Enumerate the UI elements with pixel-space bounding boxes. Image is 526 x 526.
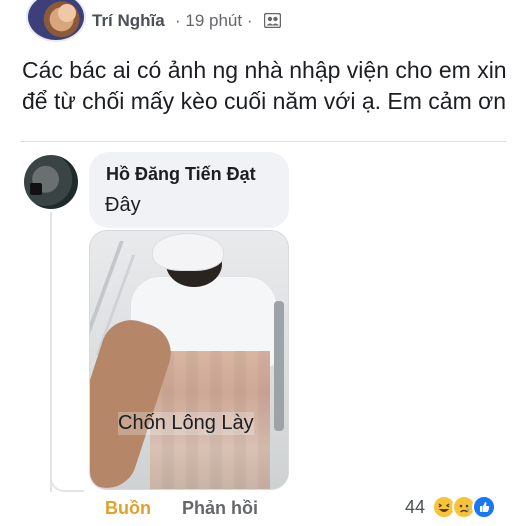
photo-caption: Chốn Lông Lày (118, 412, 254, 435)
reply-button[interactable]: Phản hồi (182, 498, 258, 519)
react-button[interactable]: Buồn (105, 498, 151, 518)
reaction-summary[interactable] (432, 495, 508, 519)
commenter-avatar[interactable] (24, 155, 78, 209)
author-name[interactable]: Trí Nghĩa (92, 11, 165, 31)
comment-actions: Buồn Phản hồi (105, 498, 258, 519)
author-avatar[interactable] (26, 0, 86, 42)
reaction-count[interactable]: 44 (405, 497, 425, 518)
like-icon (472, 495, 496, 519)
commenter-name[interactable]: Hồ Đăng Tiến Đạt (106, 164, 256, 185)
comment-photo[interactable]: Chốn Lông Lày (89, 230, 289, 490)
post-meta: · 19 phút · (175, 11, 253, 30)
thread-elbow (50, 470, 84, 492)
post-text: Các bác ai có ảnh ng nhà nhập viện cho e… (22, 57, 507, 114)
divider (20, 141, 506, 142)
post-header: Trí Nghĩa · 19 phút · (0, 0, 526, 44)
friends-icon[interactable] (264, 13, 281, 28)
comment-text: Đây (105, 194, 141, 216)
comment-bubble: Hồ Đăng Tiến Đạt Đây (89, 152, 289, 228)
thread-line (50, 212, 52, 492)
